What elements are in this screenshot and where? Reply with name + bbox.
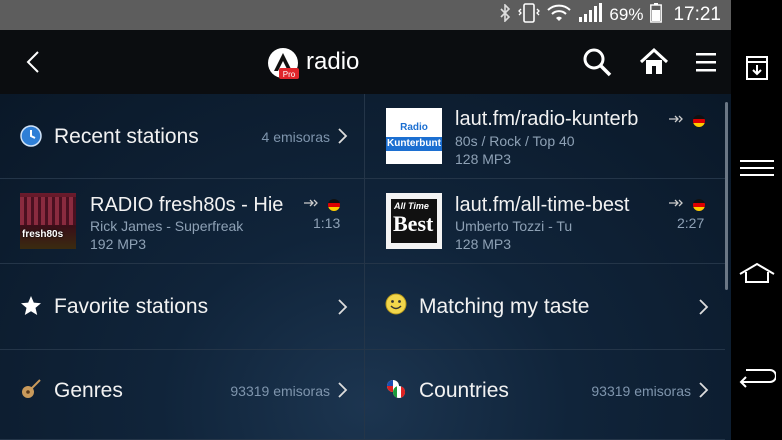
- system-nav-bar: [731, 0, 782, 440]
- station-track: Umberto Tozzi - Tu: [455, 218, 573, 234]
- battery-percent: 69%: [609, 5, 644, 24]
- wifi-icon: [547, 4, 572, 27]
- germany-flag-icon: [693, 199, 705, 211]
- guitar-icon: [22, 379, 41, 398]
- star-icon: [21, 296, 41, 315]
- svg-text:Pro: Pro: [283, 70, 296, 79]
- matching-my-taste-item[interactable]: Matching my taste: [365, 264, 725, 350]
- stream-icon: [304, 199, 318, 207]
- recent-stations-label: Recent stations: [54, 125, 199, 148]
- clock: 17:21: [673, 4, 721, 25]
- germany-flag-icon: [328, 199, 340, 211]
- search-icon[interactable]: [581, 46, 613, 78]
- chevron-right-icon: [699, 299, 709, 315]
- menu-icon: [739, 160, 774, 176]
- station-name: laut.fm/all-time-best: [455, 194, 630, 216]
- station-quality: 128 MP3: [455, 151, 512, 167]
- signal-icon: [578, 2, 603, 28]
- page-title: radio: [306, 48, 360, 75]
- chevron-right-icon: [338, 299, 348, 315]
- back-chevron-icon[interactable]: [22, 50, 46, 74]
- station-quality: 128 MP3: [455, 236, 512, 252]
- play-duration: 1:13: [313, 215, 341, 231]
- battery-icon: [650, 2, 663, 28]
- radio-pro-logo: Pro: [268, 48, 299, 79]
- germany-flag-icon: [693, 115, 705, 127]
- station-track: Rick James - Superfreak: [90, 218, 244, 234]
- stream-icon: [669, 199, 683, 207]
- station-genre: 80s / Rock / Top 40: [455, 133, 575, 149]
- station-quality: 192 MP3: [90, 236, 147, 252]
- station-logo-all-time-best: All Time Best: [386, 193, 442, 249]
- station-logo-kunterbunt: Radio Kunterbunt: [386, 108, 442, 164]
- hamburger-menu-icon[interactable]: [692, 46, 724, 78]
- home-icon[interactable]: [638, 46, 670, 78]
- favorite-stations-item[interactable]: Favorite stations: [0, 264, 365, 350]
- system-home-button[interactable]: [731, 255, 782, 291]
- app-header: Pro radio: [0, 30, 731, 95]
- clock-icon: [20, 125, 42, 147]
- play-duration: 2:27: [677, 215, 705, 231]
- matching-my-taste-label: Matching my taste: [419, 295, 590, 318]
- notification-pull-icon: [745, 56, 768, 80]
- station-item-fresh80s[interactable]: fresh80s RADIO fresh80s - Hie Rick James…: [0, 179, 365, 264]
- vibrate-icon: [518, 2, 541, 28]
- stream-icon: [669, 115, 683, 123]
- chevron-right-icon: [338, 128, 348, 144]
- home-grid: Recent stations 4 emisoras Radio Kunterb…: [0, 94, 731, 440]
- station-item-kunterbunt[interactable]: Radio Kunterbunt laut.fm/radio-kunterb 8…: [365, 94, 725, 179]
- genres-label: Genres: [54, 379, 123, 402]
- station-logo-fresh80s: fresh80s: [20, 193, 76, 249]
- genres-count: 93319 emisoras: [230, 383, 330, 399]
- station-name: laut.fm/radio-kunterb: [455, 108, 639, 130]
- genres-item[interactable]: Genres 93319 emisoras: [0, 350, 365, 440]
- home-outline-icon: [738, 262, 775, 283]
- recent-stations-count: 4 emisoras: [261, 129, 330, 145]
- notification-pull-button[interactable]: [731, 48, 782, 88]
- scrollbar[interactable]: [725, 102, 728, 290]
- countries-label: Countries: [419, 379, 509, 402]
- chevron-right-icon: [699, 382, 709, 398]
- recent-stations-item[interactable]: Recent stations 4 emisoras: [0, 94, 365, 179]
- station-name: RADIO fresh80s - Hie: [90, 194, 284, 216]
- countries-item[interactable]: Countries 93319 emisoras: [365, 350, 725, 440]
- chevron-right-icon: [338, 382, 348, 398]
- bluetooth-icon: [499, 2, 511, 27]
- flags-icon: [387, 380, 406, 398]
- favorite-stations-label: Favorite stations: [54, 295, 209, 318]
- smiley-icon: [385, 293, 407, 315]
- station-item-all-time-best[interactable]: All Time Best laut.fm/all-time-best Umbe…: [365, 179, 725, 264]
- system-back-button[interactable]: [731, 358, 782, 394]
- back-arrow-icon: [739, 369, 776, 388]
- system-menu-button[interactable]: [731, 150, 782, 186]
- countries-count: 93319 emisoras: [591, 383, 691, 399]
- status-bar: 69% 17:21: [0, 0, 731, 30]
